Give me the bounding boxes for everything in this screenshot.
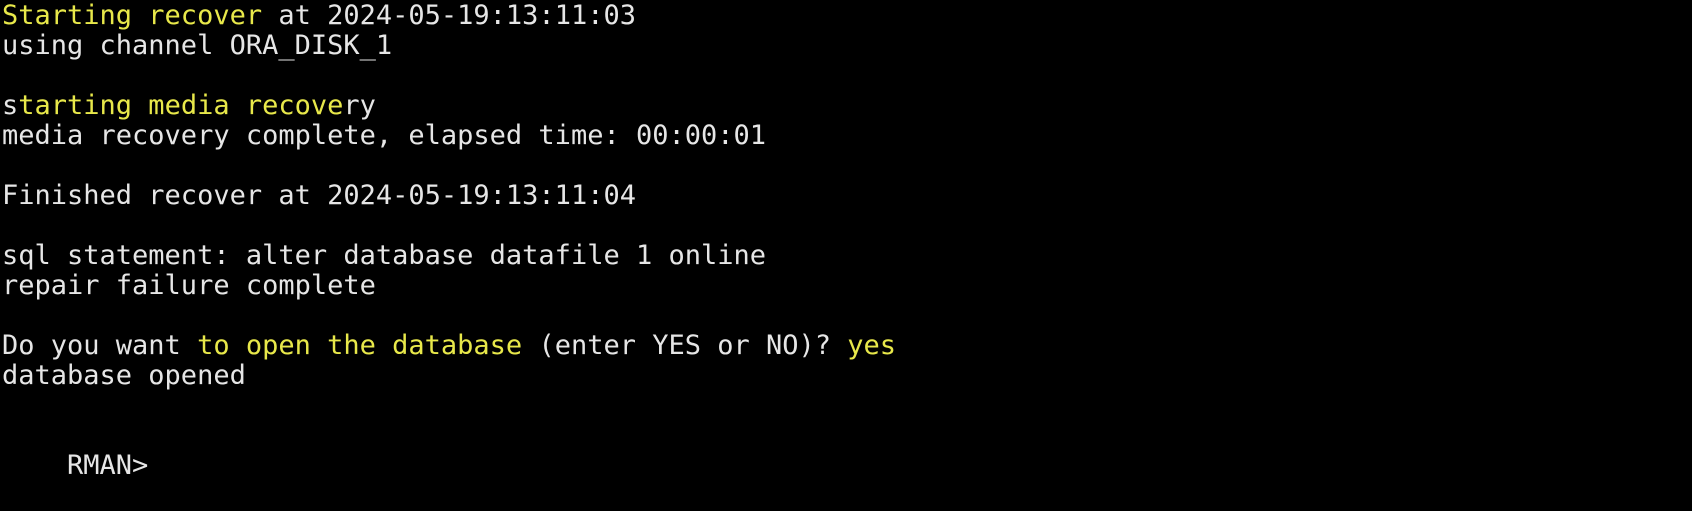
output-text: repair failure complete [2,270,376,301]
highlighted-text: Starting recover [2,0,263,31]
output-line: starting media recovery [2,91,1692,121]
highlighted-text: tarting media recove [18,90,344,121]
output-text: Do you want [2,330,198,361]
output-line: Starting recover at 2024-05-19:13:11:03 [2,1,1692,31]
highlighted-text: yes [847,330,897,361]
output-line: media recovery complete, elapsed time: 0… [2,121,1692,151]
output-text: Finished recover at 2024-05-19:13:11:04 [2,180,636,211]
output-text: at 2024-05-19:13:11:03 [262,0,636,31]
terminal-output: Starting recover at 2024-05-19:13:11:03 u… [2,1,1692,421]
output-line: using channel ORA_DISK_1 [2,31,1692,61]
output-line: Finished recover at 2024-05-19:13:11:04 [2,181,1692,211]
prompt-text: RMAN> [67,450,149,481]
output-text: sql statement: alter database datafile 1… [2,240,767,271]
highlighted-text: to open the database [197,330,523,361]
terminal-window[interactable]: Starting recover at 2024-05-19:13:11:03 u… [0,0,1692,481]
output-line: Do you want to open the database (enter … [2,331,1692,361]
output-text: ry [343,90,376,121]
output-line: repair failure complete [2,271,1692,301]
output-line: database opened [2,361,1692,391]
output-text: media recovery complete, elapsed time: 0… [2,120,767,151]
output-text: (enter YES or NO)? [522,330,848,361]
output-text: database opened [2,360,246,391]
command-prompt[interactable]: RMAN> [2,421,1692,481]
output-text: using channel ORA_DISK_1 [2,30,393,61]
output-line: sql statement: alter database datafile 1… [2,241,1692,271]
output-text: s [2,90,19,121]
